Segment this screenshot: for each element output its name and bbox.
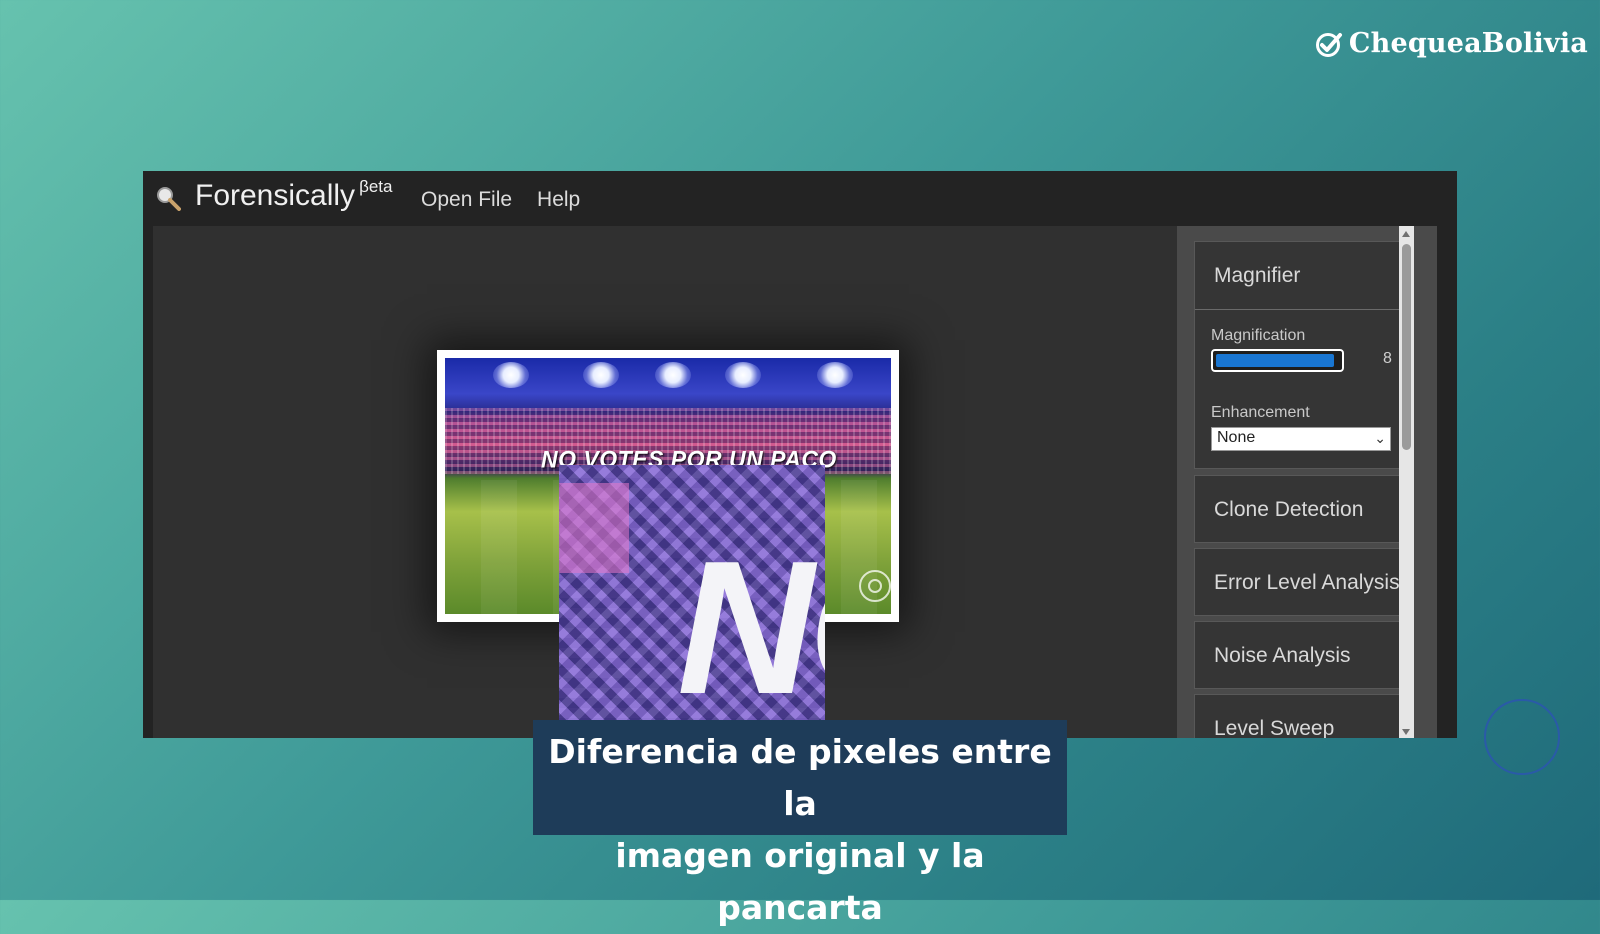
enhancement-select[interactable]: None ⌄ (1211, 427, 1391, 451)
chevron-down-icon: ⌄ (1374, 430, 1386, 446)
check-circle-icon (1315, 32, 1342, 57)
scroll-up-icon[interactable] (1402, 231, 1410, 237)
magnified-letters: NC (677, 522, 825, 734)
forensically-app-window: Forensically βeta Open File Help NO VOTES… (143, 171, 1457, 738)
stadium-light (725, 362, 761, 388)
top-menu: Open File Help (421, 188, 580, 212)
magnifier-section-header[interactable]: Magnifier (1195, 242, 1407, 310)
magnification-label: Magnification (1211, 327, 1306, 344)
caption-line-1: Diferencia de pixeles entre la (548, 732, 1052, 823)
brand-logo: ChequeaBolivia (1315, 28, 1588, 59)
clone-detection-title: Clone Detection (1214, 498, 1364, 521)
enhancement-select-value: None (1217, 429, 1256, 446)
app-title-text: Forensically (195, 179, 356, 212)
app-title: Forensically βeta (195, 177, 393, 213)
open-file-link[interactable]: Open File (421, 188, 512, 212)
stadium-light (493, 362, 529, 388)
top-bar: Forensically βeta Open File Help (143, 171, 1457, 226)
level-sweep-section[interactable]: Level Sweep (1194, 694, 1408, 738)
decorative-circle (1484, 699, 1560, 775)
magnifier-title: Magnifier (1214, 264, 1301, 287)
beta-badge: βeta (359, 177, 393, 196)
stadium-light (583, 362, 619, 388)
image-canvas[interactable]: NO VOTES POR UN PACO NC (153, 226, 1177, 738)
scrollbar-thumb[interactable] (1402, 244, 1411, 450)
caption-line-2: imagen original y la pancarta (615, 836, 985, 927)
error-level-analysis-title: Error Level Analysis (1214, 571, 1400, 594)
stadium-light (655, 362, 691, 388)
caption-box: Diferencia de pixeles entre la imagen or… (533, 720, 1067, 927)
magnification-value: 8 (1383, 350, 1392, 367)
tools-panel: Magnifier Magnification 8 Enhancement No… (1177, 226, 1437, 738)
scroll-down-icon[interactable] (1402, 729, 1410, 735)
noise-analysis-title: Noise Analysis (1214, 644, 1351, 667)
magnifier-section: Magnifier Magnification 8 Enhancement No… (1194, 241, 1408, 469)
enhancement-label: Enhancement (1211, 404, 1310, 421)
noise-analysis-section[interactable]: Noise Analysis (1194, 621, 1408, 689)
level-sweep-title: Level Sweep (1214, 717, 1335, 738)
magnifying-glass-icon (157, 187, 181, 211)
stadium-light (817, 362, 853, 388)
panel-scrollbar[interactable] (1399, 226, 1414, 738)
magnifier-lens[interactable]: NC (559, 465, 825, 738)
help-link[interactable]: Help (537, 188, 580, 212)
camera-watermark-icon (859, 570, 891, 602)
clone-detection-section[interactable]: Clone Detection (1194, 475, 1408, 543)
magnification-slider[interactable] (1211, 349, 1344, 372)
brand-name: ChequeaBolivia (1348, 28, 1588, 59)
error-level-analysis-section[interactable]: Error Level Analysis (1194, 548, 1408, 616)
magnification-slider-fill (1216, 354, 1335, 367)
